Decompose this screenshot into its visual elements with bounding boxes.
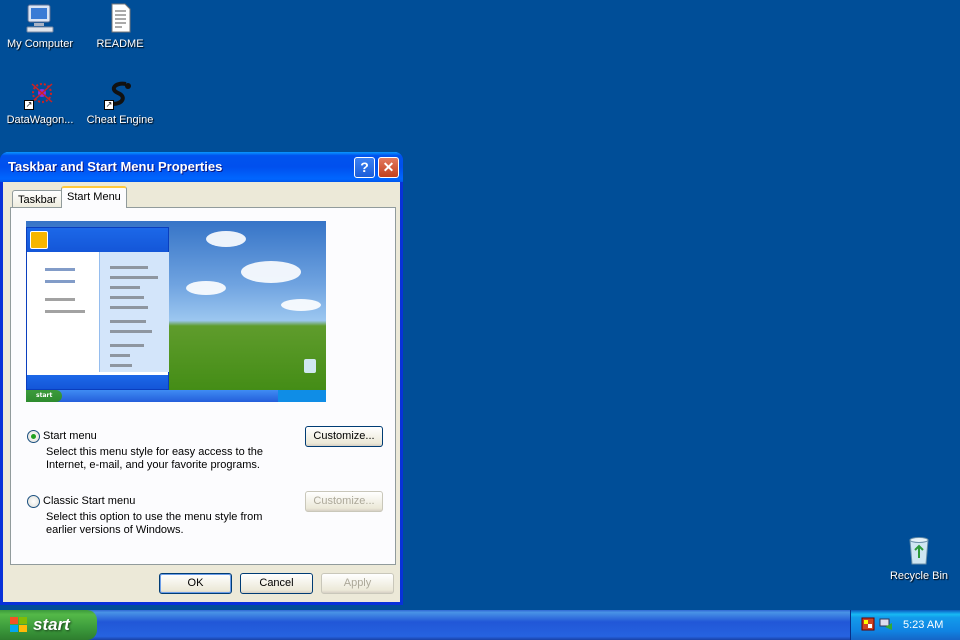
clock[interactable]: 5:23 AM [903, 610, 943, 640]
preview-start-button: start [26, 390, 62, 402]
shortcut-arrow-icon: ↗ [104, 100, 114, 110]
start-button[interactable]: start [0, 610, 97, 640]
tab-panel-start-menu: start Start menu Select this menu style … [10, 207, 396, 565]
recycle-bin-icon [903, 534, 935, 566]
dialog-titlebar[interactable]: Taskbar and Start Menu Properties ? ✕ [0, 152, 403, 182]
close-button[interactable]: ✕ [378, 157, 399, 178]
preview-start-menu [26, 227, 169, 390]
desktop-icon-recycle-bin[interactable]: Recycle Bin [879, 534, 959, 582]
dialog-title: Taskbar and Start Menu Properties [8, 159, 223, 174]
taskbar: start 5:23 AM [0, 610, 960, 640]
desktop-icon-datawagon[interactable]: ↗ DataWagon... [0, 78, 80, 126]
start-menu-label[interactable]: Start menu [43, 430, 97, 442]
windows-logo-icon [10, 617, 28, 633]
datawagon-icon: ↗ [24, 78, 56, 110]
desktop-icon-label: Cheat Engine [86, 114, 154, 126]
cancel-button[interactable]: Cancel [240, 573, 313, 594]
customize-start-menu-button[interactable]: Customize... [305, 426, 383, 447]
desktop-icon-label: DataWagon... [6, 114, 74, 126]
classic-start-menu-radio[interactable] [27, 495, 40, 508]
start-menu-radio[interactable] [27, 430, 40, 443]
system-tray: 5:23 AM [850, 610, 960, 640]
apply-button[interactable]: Apply [321, 573, 394, 594]
cheat-engine-icon: ↗ [104, 78, 136, 110]
classic-start-menu-description: Select this option to use the menu style… [46, 511, 263, 536]
desktop-icon-label: README [96, 38, 144, 50]
network-icon[interactable] [879, 617, 893, 631]
taskbar-properties-dialog: Taskbar and Start Menu Properties ? ✕ Ta… [0, 152, 403, 605]
tray-app-icon[interactable] [861, 617, 875, 631]
classic-start-menu-label[interactable]: Classic Start menu [43, 495, 135, 507]
customize-classic-menu-button[interactable]: Customize... [305, 491, 383, 512]
help-button[interactable]: ? [354, 157, 375, 178]
ok-button[interactable]: OK [159, 573, 232, 594]
tab-start-menu[interactable]: Start Menu [61, 186, 127, 208]
start-label: start [33, 615, 70, 634]
text-file-icon [104, 2, 136, 34]
computer-icon [24, 2, 56, 34]
desktop-icon-label: My Computer [6, 38, 74, 50]
shortcut-arrow-icon: ↗ [24, 100, 34, 110]
desktop-icon-my-computer[interactable]: My Computer [0, 2, 80, 50]
start-menu-description: Select this menu style for easy access t… [46, 446, 264, 471]
desktop-icon-cheat-engine[interactable]: ↗ Cheat Engine [80, 78, 160, 126]
desktop-icon-label: Recycle Bin [889, 570, 949, 582]
start-menu-preview-image: start [26, 221, 326, 402]
desktop-icon-readme[interactable]: README [80, 2, 160, 50]
